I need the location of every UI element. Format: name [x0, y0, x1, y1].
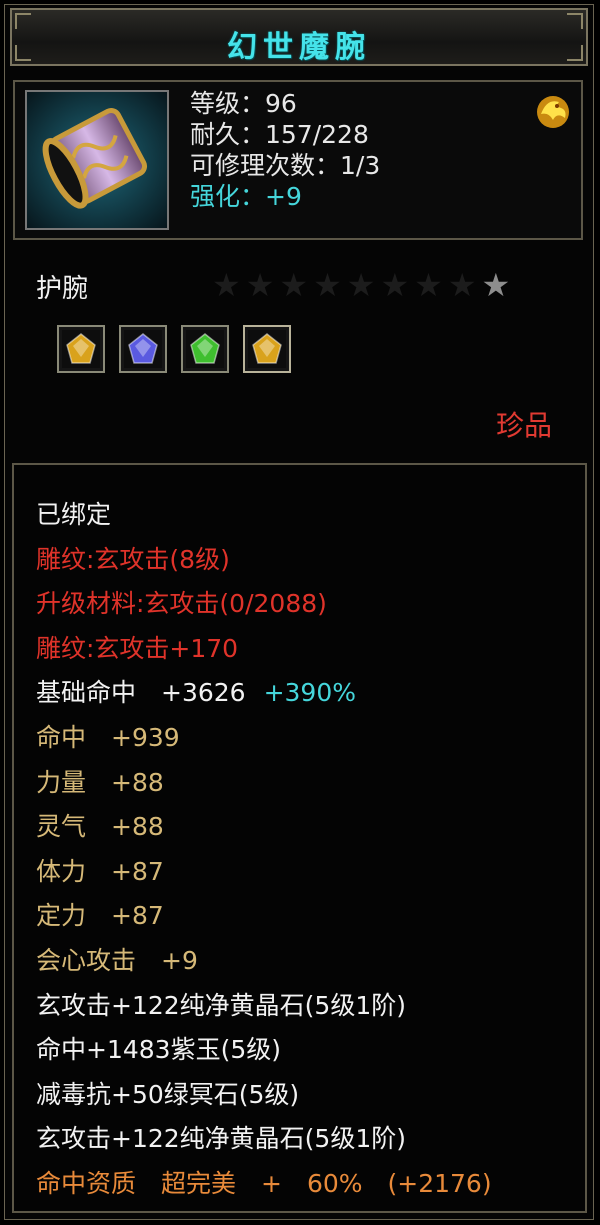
yellow-crystal-gem-icon[interactable]	[57, 325, 105, 373]
property-line: 玄攻击+122纯净黄晶石(5级1阶)	[36, 1117, 492, 1162]
property-line: 减毒抗+50绿冥石(5级)	[36, 1073, 492, 1118]
item-enhance: 强化：+9	[190, 182, 302, 211]
property-text: 已绑定	[36, 500, 112, 529]
green-stone-gem-icon[interactable]	[181, 325, 229, 373]
property-line: 体力 +87	[36, 850, 492, 895]
property-line: 雕纹:玄攻击+170	[36, 627, 492, 672]
property-text: 命中资质 超完美 + 60% (+2176)	[36, 1168, 492, 1198]
property-line: 力量 +88	[36, 761, 492, 806]
bracer-icon	[25, 90, 169, 230]
property-text: 玄攻击+122纯净黄晶石(5级1阶)	[36, 990, 406, 1020]
property-line: 升级材料:玄攻击(0/2088)	[36, 582, 492, 627]
property-text: 基础命中 +3626	[36, 678, 246, 708]
property-text: 定力 +87	[36, 901, 164, 931]
star-icon: ★	[212, 266, 241, 304]
star-icon: ★	[313, 266, 342, 304]
property-text: 升级材料:玄攻击(0/2088)	[36, 589, 327, 619]
property-line: 已绑定	[36, 493, 492, 538]
property-line: 命中+1483紫玉(5级)	[36, 1028, 492, 1073]
property-text: 命中+1483紫玉(5级)	[36, 1035, 281, 1065]
property-text: 雕纹:玄攻击(8级)	[36, 544, 230, 574]
purple-jade-gem-icon[interactable]	[119, 325, 167, 373]
gem-sockets	[57, 325, 291, 373]
item-header: 等级：96 耐久：157/228 可修理次数：1/3 强化：+9	[13, 80, 583, 240]
property-text: 玄攻击+122纯净黄晶石(5级1阶)	[36, 1124, 406, 1154]
property-text: 雕纹:玄攻击+170	[36, 633, 239, 663]
property-bonus: +390%	[263, 678, 356, 708]
star-rating: ★ ★ ★ ★ ★ ★ ★ ★ ★	[212, 268, 510, 302]
rarity-label: 珍品	[495, 409, 552, 442]
yellow-crystal-gem-icon[interactable]	[243, 325, 291, 373]
property-line: 雕纹:玄攻击(8级)	[36, 538, 492, 583]
gold-dragon-badge-icon	[533, 92, 573, 132]
star-icon: ★	[245, 266, 275, 304]
star-icon: ★	[346, 266, 376, 304]
property-line: 命中 +939	[36, 716, 492, 761]
property-text: 命中 +939	[36, 722, 180, 752]
property-line: 基础命中 +3626 +390%	[36, 671, 492, 716]
star-icon: ★	[380, 266, 410, 304]
property-line: 定力 +87	[36, 894, 492, 939]
item-category: 护腕	[36, 274, 89, 304]
item-title: 幻世魔腕	[227, 30, 371, 65]
property-text: 灵气 +88	[36, 812, 164, 842]
title-bar: 幻世魔腕	[10, 8, 588, 66]
star-icon: ★	[481, 266, 511, 304]
properties-panel: 已绑定雕纹:玄攻击(8级) 升级材料:玄攻击(0/2088) 雕纹:玄攻击+170 基…	[12, 463, 587, 1213]
property-line: 灵气 +88	[36, 805, 492, 850]
item-level: 等级：96	[190, 89, 297, 118]
item-durability: 耐久：157/228	[190, 120, 369, 149]
property-text: 减毒抗+50绿冥石(5级)	[36, 1079, 300, 1109]
property-text: 力量 +88	[36, 767, 164, 797]
star-icon: ★	[279, 266, 309, 304]
star-icon: ★	[414, 266, 443, 304]
property-text: 体力 +87	[36, 856, 164, 886]
property-text: 会心攻击 +9	[36, 945, 198, 975]
property-line: 命中资质 超完美 + 60% (+2176)	[36, 1162, 492, 1207]
star-icon: ★	[447, 266, 477, 304]
property-line: 玄攻击+122纯净黄晶石(5级1阶)	[36, 984, 492, 1029]
item-repair-count: 可修理次数：1/3	[190, 151, 381, 180]
property-line: 会心攻击 +9	[36, 939, 492, 984]
